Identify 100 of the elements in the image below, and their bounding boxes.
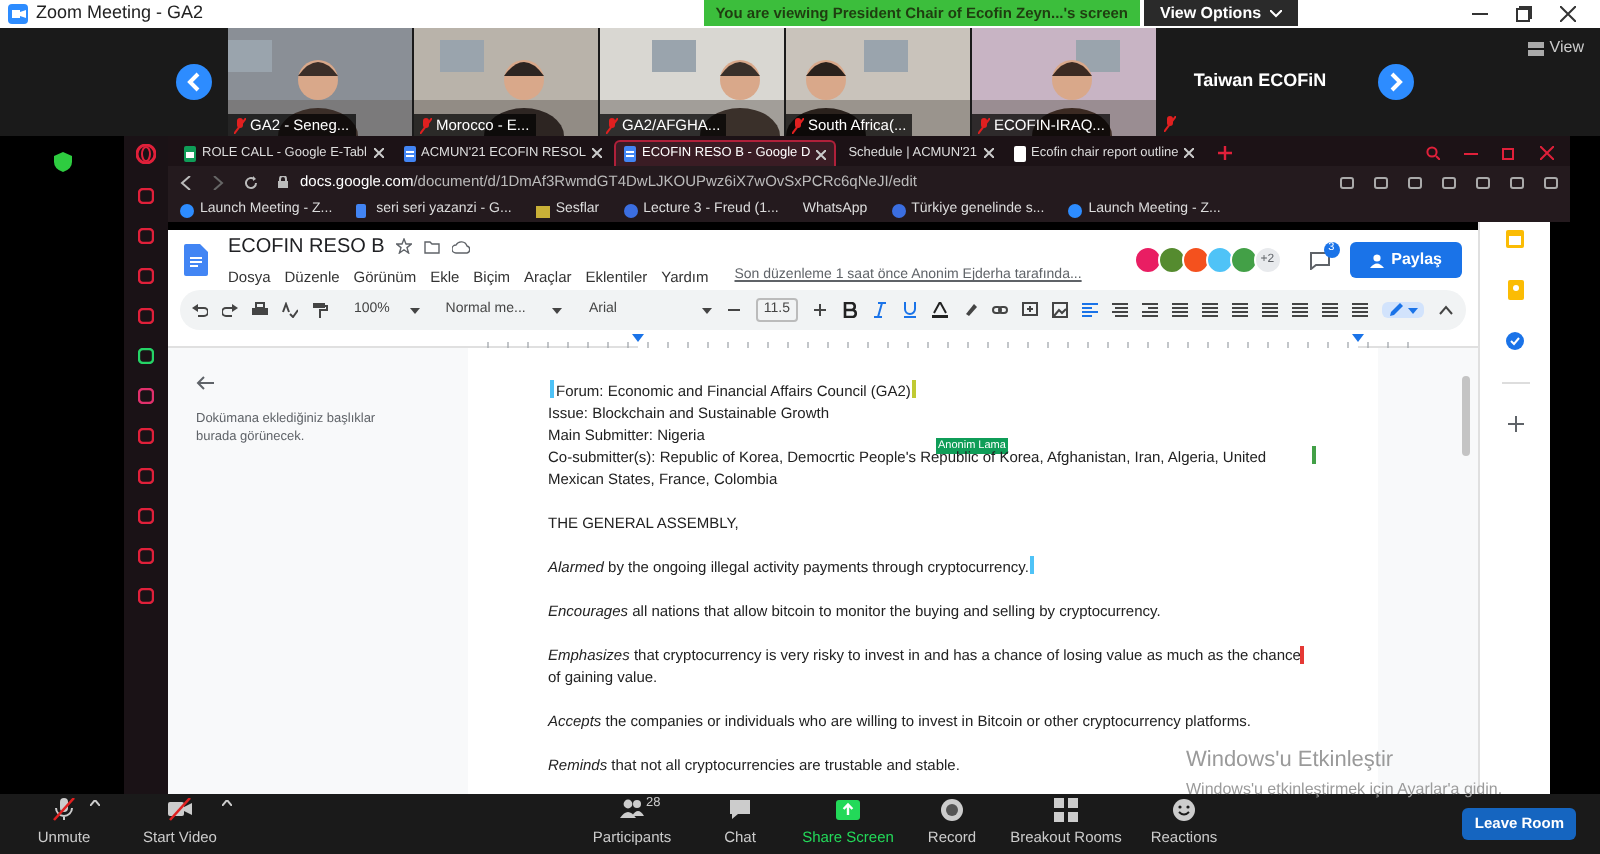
align-left-icon[interactable] — [1082, 302, 1098, 318]
document-icon — [624, 146, 637, 162]
collaborator-avatar[interactable] — [1133, 246, 1162, 274]
document-icon — [356, 203, 371, 217]
previous-page-icon[interactable] — [176, 64, 212, 100]
align-center-icon[interactable] — [1112, 302, 1128, 318]
lock-icon — [278, 176, 288, 188]
caret-icon — [1269, 9, 1282, 17]
editing-mode-button[interactable] — [1382, 302, 1424, 318]
line-spacing-icon[interactable] — [1202, 302, 1218, 318]
reload-icon[interactable] — [244, 175, 258, 189]
add-comment-icon[interactable] — [1022, 302, 1038, 318]
checkmark-icon[interactable] — [1506, 332, 1524, 350]
italic-icon[interactable] — [872, 302, 888, 318]
collaborator-avatar[interactable] — [1157, 246, 1186, 274]
star-icon[interactable] — [396, 238, 413, 255]
circle-icon — [891, 203, 906, 217]
cloud-icon[interactable] — [452, 239, 471, 254]
search-icon[interactable] — [1426, 146, 1440, 160]
close-tab-icon[interactable] — [373, 148, 383, 158]
collapse-icon[interactable] — [1438, 302, 1454, 318]
comment-icon[interactable] — [1309, 251, 1330, 269]
sidebar-app-icon[interactable] — [138, 268, 154, 284]
increase-indent-icon[interactable] — [1322, 302, 1338, 318]
new-tab-icon[interactable] — [1218, 146, 1233, 160]
share-button[interactable]: Paylaş — [1349, 242, 1462, 278]
view-button[interactable]: View — [1519, 36, 1592, 60]
document-title[interactable]: ECOFIN RESO B — [228, 231, 385, 262]
muted-mic-icon — [792, 117, 804, 133]
decrease-indent-icon[interactable] — [1292, 302, 1308, 318]
circle-icon — [623, 203, 638, 217]
muted-mic-icon — [606, 117, 618, 133]
next-page-icon[interactable] — [1378, 64, 1414, 100]
sidebar-app-icon[interactable] — [138, 308, 154, 324]
printer-icon[interactable] — [252, 302, 268, 318]
underline-icon[interactable] — [902, 302, 918, 318]
link-icon[interactable] — [992, 302, 1008, 318]
spreadsheet-icon — [184, 145, 196, 161]
muted-mic-icon — [52, 798, 76, 823]
back-arrow-icon[interactable] — [196, 376, 214, 390]
muted-mic-icon — [420, 117, 432, 133]
person-icon — [1369, 253, 1384, 267]
caret-icon — [222, 800, 232, 807]
page-icon — [1013, 145, 1026, 161]
muted-mic-icon — [978, 117, 990, 133]
paint-format-icon[interactable] — [312, 302, 328, 318]
close-tab-icon[interactable] — [592, 148, 603, 158]
activation-hint: Windows'u etkinleştirmek için Ayarlar'a gidin. — [1186, 777, 1503, 801]
collaborator-avatar[interactable] — [1229, 246, 1258, 274]
caret-icon — [701, 307, 712, 313]
highlight-icon[interactable] — [962, 302, 978, 318]
image-icon[interactable] — [1052, 302, 1068, 318]
scrollbar-thumb[interactable] — [1462, 376, 1470, 456]
activation-title: Windows'u Etkinleştir — [1186, 746, 1396, 776]
view-options-button[interactable]: View Options — [1144, 0, 1298, 26]
docs-logo-icon — [184, 244, 208, 276]
collaborator-avatar[interactable] — [1205, 246, 1234, 274]
collaborator-avatar[interactable] — [1181, 246, 1210, 274]
sidebar-app-icon[interactable] — [138, 188, 154, 204]
spellcheck-icon[interactable] — [282, 302, 298, 318]
sidebar-app-icon[interactable] — [138, 348, 154, 364]
folder-icon — [535, 203, 550, 217]
muted-mic-icon — [234, 117, 246, 133]
numbered-list-icon[interactable] — [1232, 302, 1248, 318]
close-icon[interactable] — [1560, 6, 1576, 22]
restore-icon[interactable] — [1516, 6, 1532, 22]
align-right-icon[interactable] — [1142, 302, 1158, 318]
add-icon[interactable] — [1507, 416, 1523, 432]
window-title: Zoom Meeting - GA2 — [36, 0, 204, 27]
sidebar-app-icon[interactable] — [138, 468, 154, 484]
bold-icon[interactable] — [842, 302, 858, 318]
undo-icon[interactable] — [192, 302, 208, 318]
sidebar-app-icon[interactable] — [138, 548, 154, 564]
document-icon — [403, 145, 415, 161]
grid-icon — [1054, 798, 1078, 823]
share-screen-icon — [836, 798, 860, 823]
bulleted-list-icon[interactable] — [1262, 302, 1278, 318]
muted-mic-icon — [1164, 116, 1176, 132]
redo-icon[interactable] — [222, 302, 238, 318]
text-color-icon[interactable] — [932, 302, 948, 318]
sidebar-app-icon[interactable] — [138, 228, 154, 244]
sidebar-app-icon[interactable] — [138, 508, 154, 524]
increase-size-icon[interactable] — [812, 302, 828, 318]
sidebar-app-icon[interactable] — [138, 428, 154, 444]
record-icon — [940, 798, 964, 823]
forward-icon[interactable] — [212, 175, 224, 189]
sidebar-app-icon[interactable] — [138, 388, 154, 404]
video-off-icon — [168, 798, 192, 823]
back-icon[interactable] — [180, 175, 192, 189]
grid-icon — [1527, 41, 1544, 55]
close-tab-icon[interactable] — [983, 148, 994, 158]
close-tab-icon[interactable] — [816, 149, 827, 159]
people-icon — [620, 798, 644, 823]
folder-icon[interactable] — [424, 239, 441, 254]
caret-icon — [90, 800, 100, 807]
caret-icon — [409, 307, 420, 313]
justify-icon[interactable] — [1172, 302, 1188, 318]
sidebar-app-icon[interactable] — [138, 588, 154, 604]
clear-formatting-icon[interactable] — [1352, 302, 1368, 318]
close-tab-icon[interactable] — [1184, 148, 1195, 158]
